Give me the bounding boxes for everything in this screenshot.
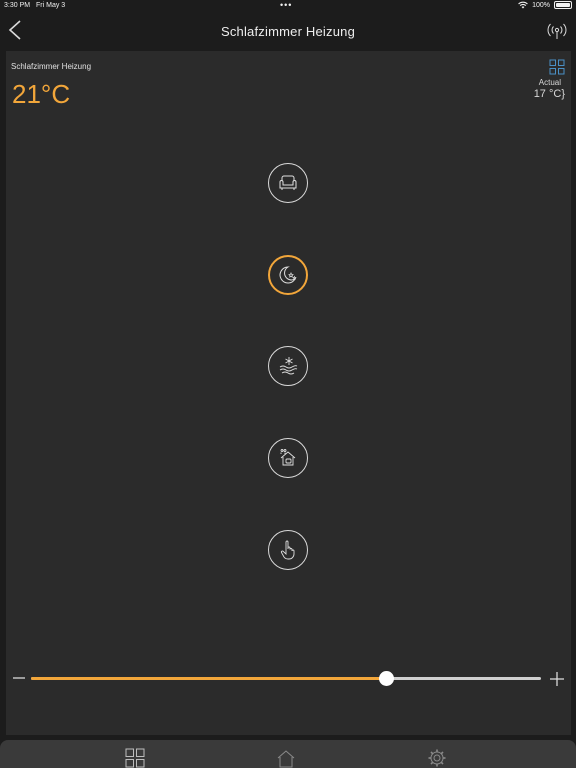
- snowflake-wind-icon: [279, 357, 298, 375]
- actual-temperature: 17 °C}: [533, 88, 565, 100]
- mode-manual-button[interactable]: [268, 530, 308, 570]
- slider-thumb[interactable]: [379, 671, 395, 686]
- moon-stars-icon: [279, 266, 297, 284]
- tab-home[interactable]: [276, 748, 296, 768]
- gear-icon: [428, 749, 446, 767]
- temperature-slider[interactable]: [31, 671, 541, 686]
- armchair-icon: [279, 175, 297, 190]
- broadcast-icon: [547, 23, 567, 39]
- battery-icon: [554, 1, 572, 9]
- hand-pointer-icon: [280, 540, 295, 560]
- room-label: Schlafzimmer Heizung: [11, 62, 92, 71]
- wifi-icon: [518, 1, 528, 9]
- status-date: Fri May 3: [36, 2, 66, 9]
- slider-fill: [31, 677, 387, 680]
- home-icon: [277, 750, 295, 768]
- grid-icon: [549, 59, 565, 75]
- setpoint-temperature: 21°C: [12, 79, 71, 109]
- broadcast-button[interactable]: [546, 22, 568, 40]
- nav-bar: Schlafzimmer Heizung: [0, 12, 576, 50]
- mode-night-button[interactable]: [268, 255, 308, 295]
- status-time: 3:30 PM: [4, 2, 31, 9]
- increase-button[interactable]: [549, 671, 565, 687]
- house-away-icon: [280, 449, 296, 466]
- status-bar: 3:30 PM Fri May 3 ••• 100%: [0, 0, 576, 12]
- plus-icon: [550, 672, 564, 686]
- decrease-button[interactable]: [12, 671, 26, 685]
- multitasking-dots: •••: [280, 0, 293, 10]
- status-right: 100%: [518, 1, 572, 9]
- page-title: Schlafzimmer Heizung: [220, 24, 356, 39]
- mode-frost-button[interactable]: [268, 346, 308, 386]
- minus-icon: [13, 677, 25, 679]
- grid-icon: [125, 748, 145, 768]
- tab-grid[interactable]: [125, 748, 145, 768]
- actual-label: Actual: [538, 78, 561, 87]
- thermostat-panel: Schlafzimmer Heizung 21°C Actual 17 °C}: [6, 51, 571, 735]
- tab-bar: [0, 740, 576, 768]
- mode-away-button[interactable]: [268, 438, 308, 478]
- tab-settings[interactable]: [427, 748, 447, 768]
- grid-view-button[interactable]: [549, 59, 565, 75]
- battery-percent: 100%: [532, 1, 550, 9]
- mode-comfort-button[interactable]: [268, 163, 308, 203]
